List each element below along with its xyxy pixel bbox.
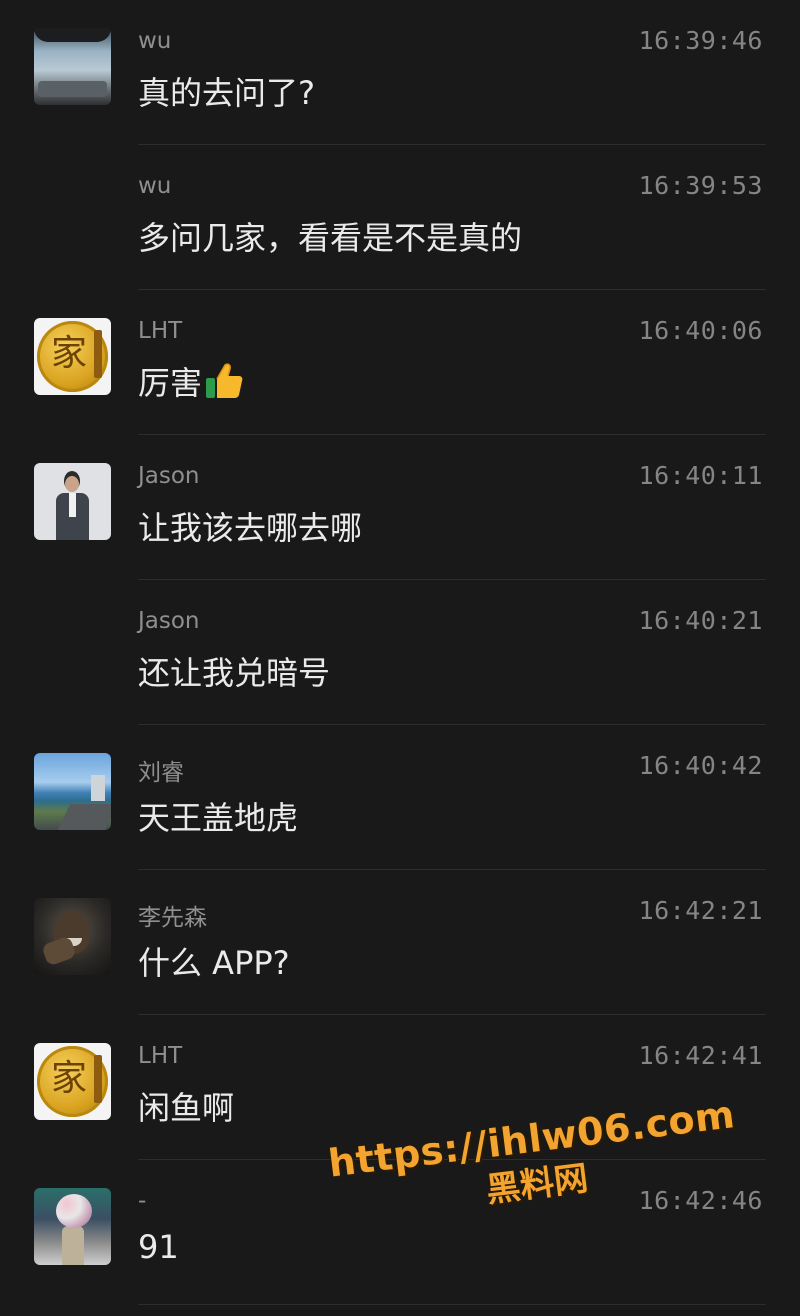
message-text: 真的去问了? xyxy=(138,74,315,112)
message-text: 多问几家，看看是不是真的 xyxy=(138,219,523,257)
avatar-character: 家 xyxy=(50,1058,87,1099)
message-text: 厉害 xyxy=(138,358,244,408)
message-text: 91 xyxy=(138,1228,179,1266)
sender-name: LHT xyxy=(138,318,183,344)
avatar[interactable] xyxy=(34,1188,111,1265)
avatar[interactable] xyxy=(34,898,111,975)
divider xyxy=(138,1304,766,1305)
timestamp: 16:40:21 xyxy=(638,606,763,635)
avatar[interactable]: 家 xyxy=(34,1043,111,1120)
sender-name: Jason xyxy=(138,463,200,489)
timestamp: 16:39:53 xyxy=(638,171,763,200)
thumbs-up-icon xyxy=(204,362,244,408)
timestamp: 16:42:21 xyxy=(638,896,763,925)
message-body: 厉害 xyxy=(138,364,203,402)
avatar[interactable]: 家 xyxy=(34,318,111,395)
message-row: 刘睿 16:40:42 天王盖地虎 xyxy=(0,725,800,870)
sender-name: - xyxy=(138,1188,147,1214)
sender-name: LHT xyxy=(138,1043,183,1069)
sender-name: 李先森 xyxy=(138,905,207,931)
message-text: 闲鱼啊 xyxy=(138,1089,235,1127)
message-row: wu 16:39:53 多问几家，看看是不是真的 xyxy=(0,145,800,290)
timestamp: 16:40:42 xyxy=(638,751,763,780)
message-text: 天王盖地虎 xyxy=(138,799,299,837)
timestamp: 16:40:06 xyxy=(638,316,763,345)
sender-name: wu xyxy=(138,173,172,199)
message-row: Jason 16:40:21 还让我兑暗号 xyxy=(0,580,800,725)
avatar[interactable] xyxy=(34,753,111,830)
avatar-character: 家 xyxy=(50,333,87,374)
message-text: 让我该去哪去哪 xyxy=(138,509,363,547)
sender-name: 刘睿 xyxy=(138,760,184,786)
timestamp: 16:40:11 xyxy=(638,461,763,490)
message-text: 还让我兑暗号 xyxy=(138,654,331,692)
timestamp: 16:42:41 xyxy=(638,1041,763,1070)
sender-name: Jason xyxy=(138,608,200,634)
avatar[interactable] xyxy=(34,28,111,105)
message-row: 李先森 16:42:21 什么 APP? xyxy=(0,870,800,1015)
avatar[interactable] xyxy=(34,463,111,540)
message-text: 什么 APP? xyxy=(138,944,290,982)
message-row: Jason 16:40:11 让我该去哪去哪 xyxy=(0,435,800,580)
message-row: wu 16:39:46 真的去问了? xyxy=(0,0,800,145)
message-row: 家 LHT 16:40:06 厉害 xyxy=(0,290,800,435)
timestamp: 16:39:46 xyxy=(638,26,763,55)
sender-name: wu xyxy=(138,28,172,54)
